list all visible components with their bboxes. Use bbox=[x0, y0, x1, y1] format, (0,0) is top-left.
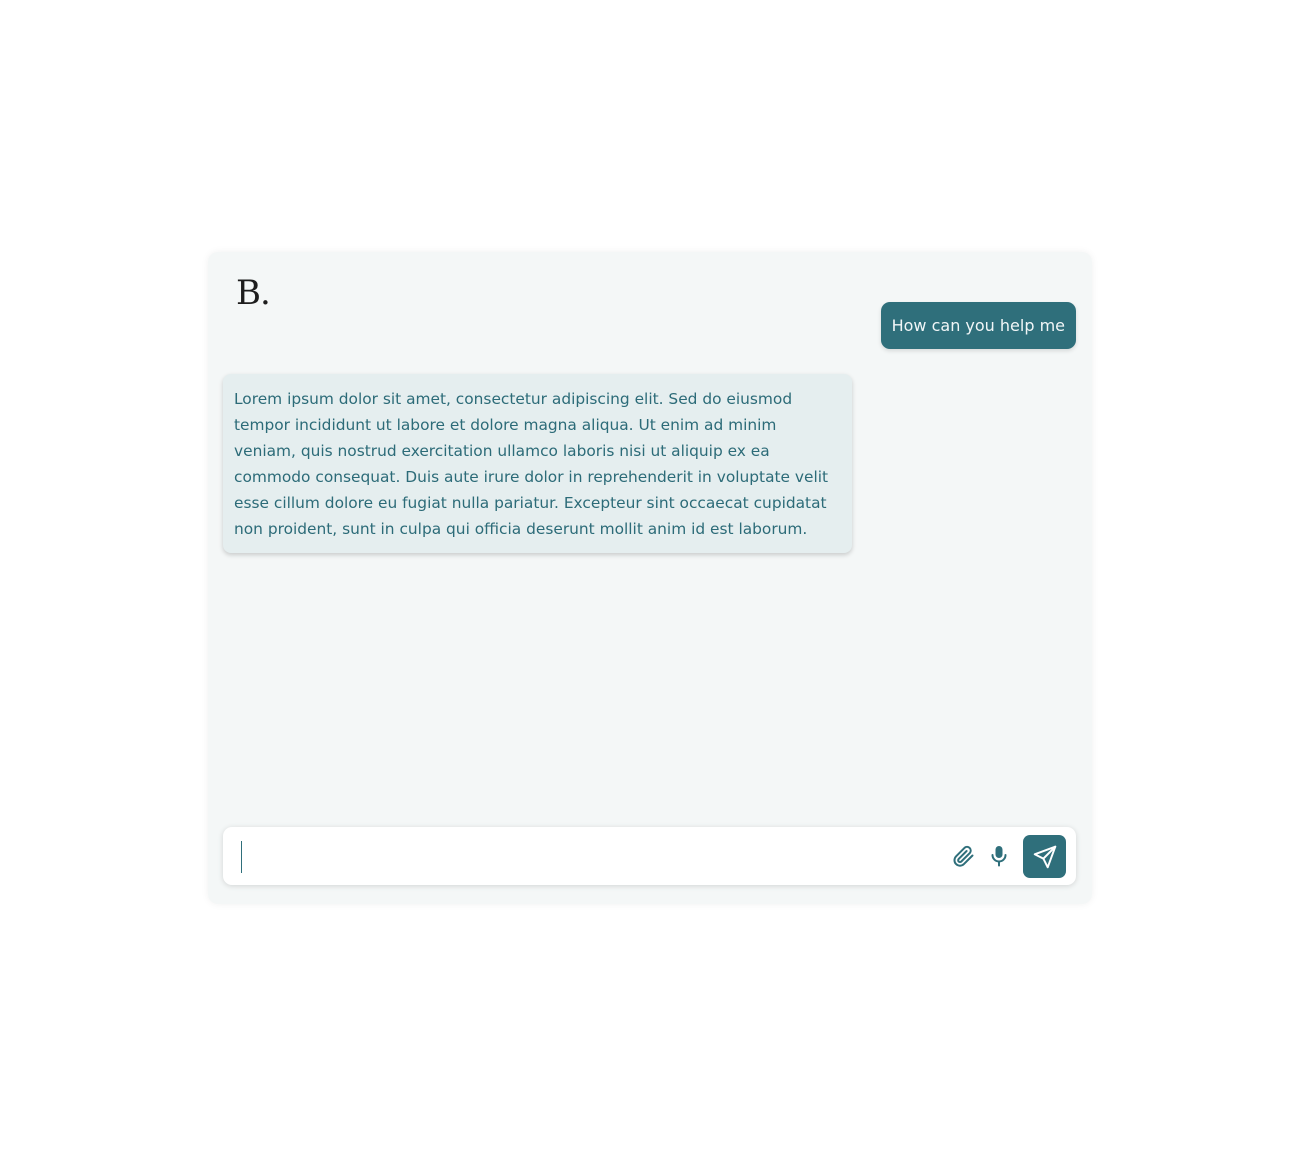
page-frame: B. How can you help me Lorem ipsum dolor… bbox=[0, 0, 1300, 1156]
user-message-bubble: How can you help me bbox=[880, 302, 1076, 349]
text-caret bbox=[241, 841, 242, 873]
message-composer bbox=[223, 827, 1076, 885]
microphone-button[interactable] bbox=[985, 842, 1013, 870]
brand-logo: B. bbox=[236, 273, 271, 313]
message-input[interactable] bbox=[237, 836, 937, 876]
bot-message-bubble: Lorem ipsum dolor sit amet, consectetur … bbox=[223, 374, 852, 553]
send-button[interactable] bbox=[1023, 835, 1066, 878]
attach-button[interactable] bbox=[950, 842, 978, 870]
send-icon bbox=[1033, 845, 1056, 868]
paperclip-icon bbox=[953, 845, 974, 867]
chat-window: B. How can you help me Lorem ipsum dolor… bbox=[208, 252, 1092, 904]
microphone-icon bbox=[991, 846, 1007, 867]
